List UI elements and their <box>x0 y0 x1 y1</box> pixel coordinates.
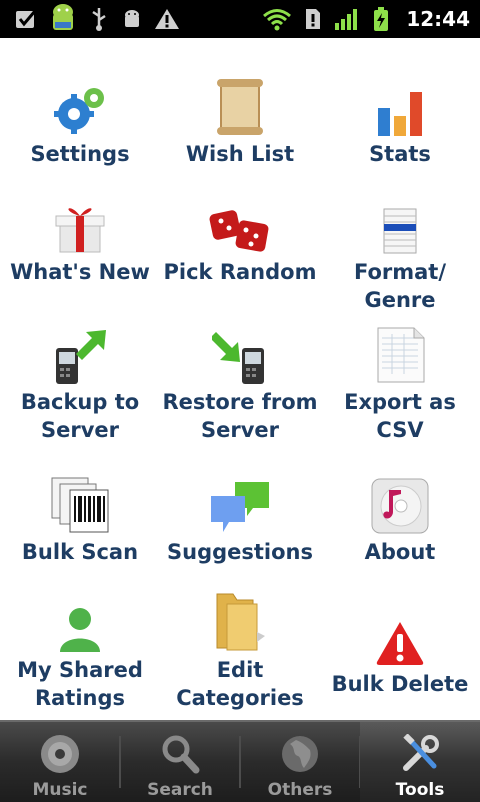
tab-label: Music <box>32 780 88 800</box>
magnifier-icon <box>162 735 200 774</box>
gift-icon <box>55 208 105 253</box>
tab-tools[interactable]: Tools <box>360 722 480 802</box>
tile-stats[interactable]: Stats <box>320 70 480 168</box>
scroll-icon <box>217 79 263 135</box>
gears-icon <box>54 88 104 134</box>
wifi-icon <box>263 9 292 31</box>
tile-about[interactable]: About <box>320 468 480 566</box>
tile-label: Edit Categories <box>176 658 304 710</box>
tile-edit-categories[interactable]: Edit Categories <box>160 586 320 712</box>
tools-grid: Settings Wish List Stats What's New Pick… <box>0 38 480 720</box>
folder-icon <box>216 593 265 651</box>
warning-notification-icon <box>155 9 179 29</box>
tile-label: Bulk Delete <box>331 672 469 696</box>
android-debug-icon <box>125 10 139 27</box>
android-market-icon <box>53 4 73 30</box>
tab-search[interactable]: Search <box>120 722 240 802</box>
tile-label: What's New <box>10 260 150 284</box>
tile-label: My Shared Ratings <box>17 658 143 710</box>
tile-label: Suggestions <box>167 540 313 564</box>
tab-others[interactable]: Others <box>240 722 360 802</box>
disc-icon <box>41 735 79 773</box>
tile-wish-list[interactable]: Wish List <box>160 70 320 168</box>
tile-pick-random[interactable]: Pick Random <box>160 188 320 286</box>
music-disc-icon <box>371 478 429 534</box>
tile-label: Wish List <box>185 142 295 166</box>
speech-bubbles-icon <box>211 482 269 532</box>
tile-format-genre[interactable]: Format/ Genre <box>320 188 480 314</box>
tools-icon <box>403 734 439 771</box>
sim-alert-icon <box>306 9 321 29</box>
tile-label: Bulk Scan <box>21 540 139 564</box>
bar-chart-icon <box>378 92 422 136</box>
signal-strength-icon <box>335 9 358 30</box>
tab-label: Search <box>147 780 213 800</box>
spreadsheet-icon <box>377 327 425 383</box>
tile-label: Stats <box>369 142 431 166</box>
tab-label: Others <box>267 780 333 800</box>
bottom-tab-bar: Music Search Others Tools <box>0 720 480 802</box>
tile-label: Settings <box>30 142 130 166</box>
tile-label: About <box>364 540 436 564</box>
globe-icon <box>282 736 318 772</box>
user-icon <box>60 608 100 652</box>
usb-icon <box>92 8 106 31</box>
status-bar: 12:44 <box>0 0 480 38</box>
tile-restore-from-server[interactable]: Restore from Server <box>160 318 320 444</box>
tile-label: Backup to Server <box>20 390 140 442</box>
barcode-icon <box>51 477 109 533</box>
checkbox-notification-icon <box>16 10 37 28</box>
tab-label: Tools <box>395 780 445 800</box>
phone-upload-icon <box>56 330 106 384</box>
tile-bulk-delete[interactable]: Bulk Delete <box>320 600 480 698</box>
tab-music[interactable]: Music <box>0 722 120 802</box>
list-icon <box>383 208 417 254</box>
tile-settings[interactable]: Settings <box>0 70 160 168</box>
tile-my-shared-ratings[interactable]: My Shared Ratings <box>0 586 160 712</box>
status-clock: 12:44 <box>406 7 470 31</box>
phone-download-icon <box>212 332 264 384</box>
tile-backup-to-server[interactable]: Backup to Server <box>0 318 160 444</box>
battery-charging-icon <box>374 7 389 31</box>
warning-icon <box>376 622 424 665</box>
tile-label: Restore from Server <box>162 390 318 442</box>
tile-export-as-csv[interactable]: Export as CSV <box>320 318 480 444</box>
dice-icon <box>209 210 269 252</box>
tile-whats-new[interactable]: What's New <box>0 188 160 286</box>
tile-suggestions[interactable]: Suggestions <box>160 468 320 566</box>
tile-label: Format/ Genre <box>353 260 447 312</box>
tile-label: Export as CSV <box>344 390 456 442</box>
tile-bulk-scan[interactable]: Bulk Scan <box>0 468 160 566</box>
tile-label: Pick Random <box>163 260 317 284</box>
